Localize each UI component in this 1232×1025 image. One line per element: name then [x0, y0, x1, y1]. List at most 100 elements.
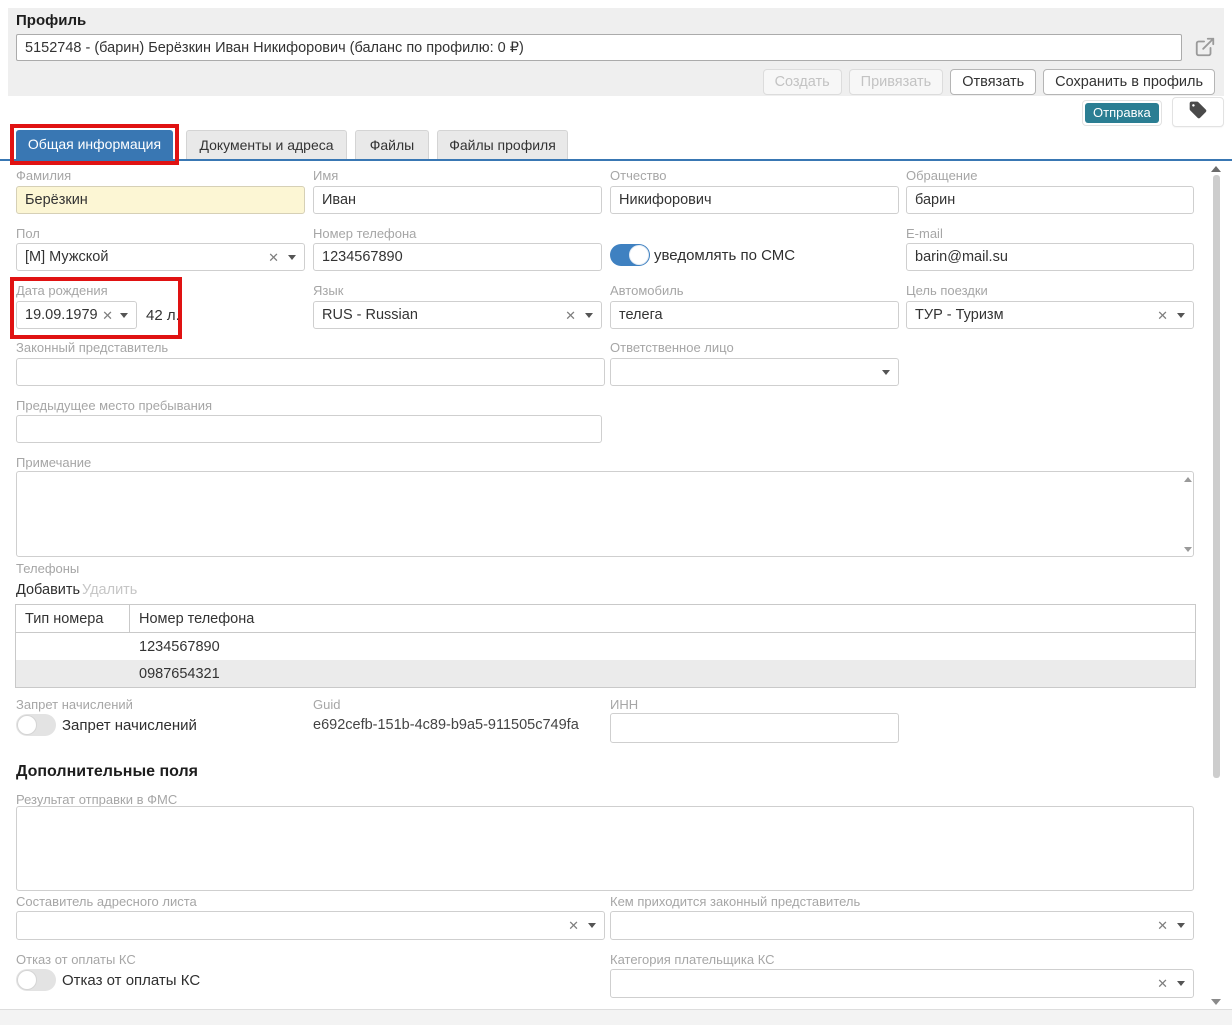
- scrollbar-up-icon[interactable]: [1211, 166, 1221, 172]
- clear-icon[interactable]: ✕: [268, 251, 279, 264]
- attach-button[interactable]: Привязать: [849, 69, 944, 95]
- middle-name-label: Отчество: [610, 168, 667, 183]
- chevron-down-icon[interactable]: [585, 313, 593, 318]
- external-link-icon[interactable]: [1194, 36, 1218, 60]
- clear-icon[interactable]: ✕: [568, 919, 579, 932]
- header-actions: Создать Привязать Отвязать Сохранить в п…: [763, 69, 1215, 95]
- first-name-input[interactable]: [313, 186, 602, 214]
- scrollbar-thumb[interactable]: [1213, 175, 1220, 778]
- middle-name-input[interactable]: [610, 186, 899, 214]
- phones-table-header: Тип номера Номер телефона: [16, 605, 1195, 633]
- clear-icon[interactable]: ✕: [1157, 919, 1168, 932]
- ks-refusal-toggle[interactable]: [16, 969, 56, 991]
- phone-label: Номер телефона: [313, 226, 416, 241]
- trip-purpose-select[interactable]: ТУР - Туризм ✕: [906, 301, 1194, 329]
- toggle-knob: [629, 245, 649, 265]
- tags-button[interactable]: [1172, 97, 1224, 127]
- address-sheet-author-label: Составитель адресного листа: [16, 894, 197, 909]
- note-textarea[interactable]: [16, 471, 1194, 557]
- chevron-down-icon[interactable]: [120, 313, 128, 318]
- inn-input[interactable]: [610, 713, 899, 743]
- responsible-person-select[interactable]: [610, 358, 899, 386]
- send-badge-container: Отправка: [1082, 100, 1162, 126]
- save-to-profile-button[interactable]: Сохранить в профиль: [1043, 69, 1215, 95]
- phones-table: Тип номера Номер телефона 1234567890 098…: [15, 604, 1196, 688]
- chevron-down-icon[interactable]: [288, 255, 296, 260]
- car-label: Автомобиль: [610, 283, 684, 298]
- ks-payer-category-select[interactable]: ✕: [610, 969, 1194, 998]
- language-select[interactable]: RUS - Russian ✕: [313, 301, 602, 329]
- phone-input[interactable]: [313, 243, 602, 271]
- tab-files[interactable]: Файлы: [355, 130, 429, 159]
- detach-button[interactable]: Отвязать: [950, 69, 1036, 95]
- toggle-knob: [17, 715, 37, 735]
- age-value: 42 л.: [146, 307, 180, 324]
- no-charges-label: Запрет начислений: [16, 697, 133, 712]
- legal-rep-relation-label: Кем приходится законный представитель: [610, 894, 860, 909]
- ks-payer-category-label: Категория плательщика КС: [610, 952, 775, 967]
- email-input[interactable]: [906, 243, 1194, 271]
- scrollbar-down-icon[interactable]: [1211, 999, 1221, 1005]
- tab-profile-files[interactable]: Файлы профиля: [437, 130, 568, 159]
- table-row[interactable]: 1234567890: [16, 633, 1195, 660]
- additional-fields-heading: Дополнительные поля: [16, 763, 198, 781]
- sms-toggle-label: уведомлять по СМС: [654, 247, 795, 264]
- footer-bar: [0, 1009, 1232, 1025]
- gender-select[interactable]: [М] Мужской ✕: [16, 243, 305, 271]
- first-name-label: Имя: [313, 168, 338, 183]
- scroll-down-icon[interactable]: [1184, 547, 1192, 552]
- delete-phone-button[interactable]: Удалить: [82, 582, 137, 598]
- legal-representative-input[interactable]: [16, 358, 605, 386]
- language-value: RUS - Russian: [322, 307, 561, 323]
- gender-value: [М] Мужской: [25, 249, 264, 265]
- tabs-underline: [0, 159, 1232, 161]
- legal-representative-label: Законный представитель: [16, 340, 168, 355]
- chevron-down-icon[interactable]: [1177, 923, 1185, 928]
- page-title: Профиль: [16, 12, 86, 29]
- previous-location-input[interactable]: [16, 415, 602, 443]
- clear-icon[interactable]: ✕: [1157, 977, 1168, 990]
- table-row[interactable]: 0987654321: [16, 660, 1195, 687]
- clear-icon[interactable]: ✕: [1157, 309, 1168, 322]
- send-status-badge: Отправка: [1085, 103, 1159, 123]
- birth-date-picker[interactable]: 19.09.1979 ✕: [16, 301, 137, 329]
- chevron-down-icon[interactable]: [1177, 981, 1185, 986]
- chevron-down-icon[interactable]: [588, 923, 596, 928]
- profile-page: Профиль Создать Привязать Отвязать Сохра…: [0, 0, 1232, 1025]
- profile-search-input[interactable]: [16, 34, 1182, 61]
- inn-label: ИНН: [610, 697, 638, 712]
- note-label: Примечание: [16, 455, 91, 470]
- add-phone-button[interactable]: Добавить: [16, 582, 80, 598]
- fms-result-label: Результат отправки в ФМС: [16, 792, 177, 807]
- sms-toggle[interactable]: [610, 244, 650, 266]
- legal-rep-relation-select[interactable]: ✕: [610, 911, 1194, 940]
- header-panel: Профиль Создать Привязать Отвязать Сохра…: [8, 8, 1224, 96]
- clear-icon[interactable]: ✕: [565, 309, 576, 322]
- cell-phone-number: 0987654321: [130, 666, 1195, 682]
- salutation-label: Обращение: [906, 168, 977, 183]
- create-button[interactable]: Создать: [763, 69, 842, 95]
- birth-date-value: 19.09.1979: [25, 307, 100, 323]
- tab-general-info[interactable]: Общая информация: [16, 130, 173, 159]
- tab-documents-addresses[interactable]: Документы и адреса: [186, 130, 347, 159]
- chevron-down-icon[interactable]: [882, 370, 890, 375]
- language-label: Язык: [313, 283, 343, 298]
- gender-label: Пол: [16, 226, 40, 241]
- last-name-input[interactable]: [16, 186, 305, 214]
- chevron-down-icon[interactable]: [1177, 313, 1185, 318]
- previous-location-label: Предыдущее место пребывания: [16, 398, 212, 413]
- ks-refusal-toggle-label: Отказ от оплаты КС: [62, 972, 200, 989]
- column-header-phone-number: Номер телефона: [130, 611, 1195, 627]
- address-sheet-author-select[interactable]: ✕: [16, 911, 605, 940]
- fms-result-textarea[interactable]: [16, 806, 1194, 891]
- no-charges-toggle[interactable]: [16, 714, 56, 736]
- trip-purpose-label: Цель поездки: [906, 283, 988, 298]
- scroll-up-icon[interactable]: [1184, 477, 1192, 482]
- phones-section-label: Телефоны: [16, 561, 79, 576]
- car-input[interactable]: [610, 301, 899, 329]
- guid-value: e692cefb-151b-4c89-b9a5-911505c749fa: [313, 717, 579, 733]
- column-header-number-type: Тип номера: [16, 605, 130, 632]
- salutation-input[interactable]: [906, 186, 1194, 214]
- clear-icon[interactable]: ✕: [102, 309, 113, 322]
- guid-label: Guid: [313, 697, 340, 712]
